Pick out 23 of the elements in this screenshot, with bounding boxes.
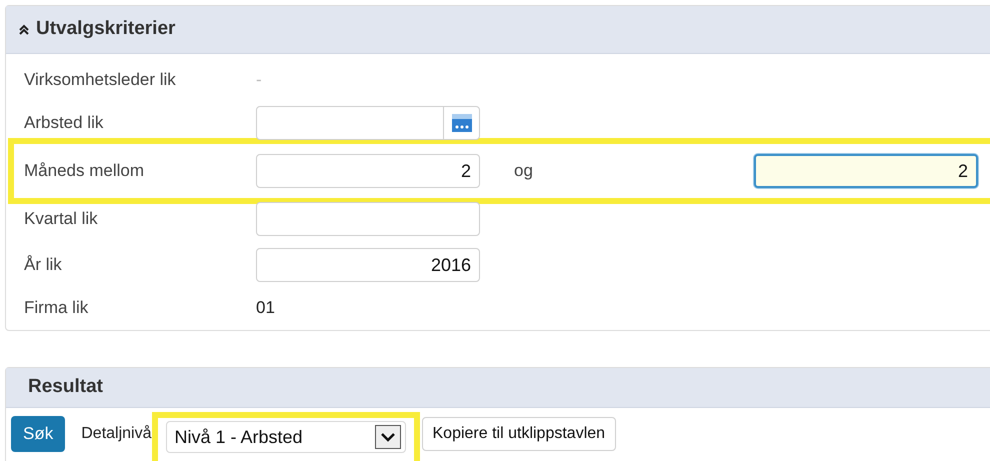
- field-value: -: [256, 69, 262, 92]
- field-value: 01: [256, 297, 275, 320]
- field-label: År lik: [24, 254, 63, 276]
- panel-title: Resultat: [28, 375, 103, 400]
- collapse-icon[interactable]: [18, 24, 30, 36]
- field-label: Måneds mellom: [24, 160, 145, 182]
- panel-title: Utvalgskriterier: [36, 17, 176, 42]
- ellipsis-icon[interactable]: [452, 114, 472, 132]
- input-field[interactable]: [256, 202, 480, 236]
- field-label: Kvartal lik: [24, 208, 99, 230]
- chevron-down-icon[interactable]: [374, 425, 400, 449]
- input-field[interactable]: 2: [256, 154, 480, 188]
- input-field[interactable]: 2016: [256, 248, 480, 282]
- field-label: Firma lik: [24, 297, 90, 320]
- joiner-label: og: [514, 160, 534, 182]
- search-button[interactable]: Søk: [11, 416, 66, 452]
- copy-button[interactable]: Kopiere til utklippstavlen: [422, 417, 616, 451]
- lookup-field[interactable]: [256, 106, 480, 140]
- level-dropdown[interactable]: Nivå 1 - Arbsted: [166, 421, 406, 453]
- detail-label: Detaljnivå: [81, 424, 152, 444]
- field-label: Arbsted lik: [24, 112, 104, 134]
- field-label: Virksomhetsleder lik: [24, 69, 177, 92]
- input-field[interactable]: 2: [754, 154, 978, 188]
